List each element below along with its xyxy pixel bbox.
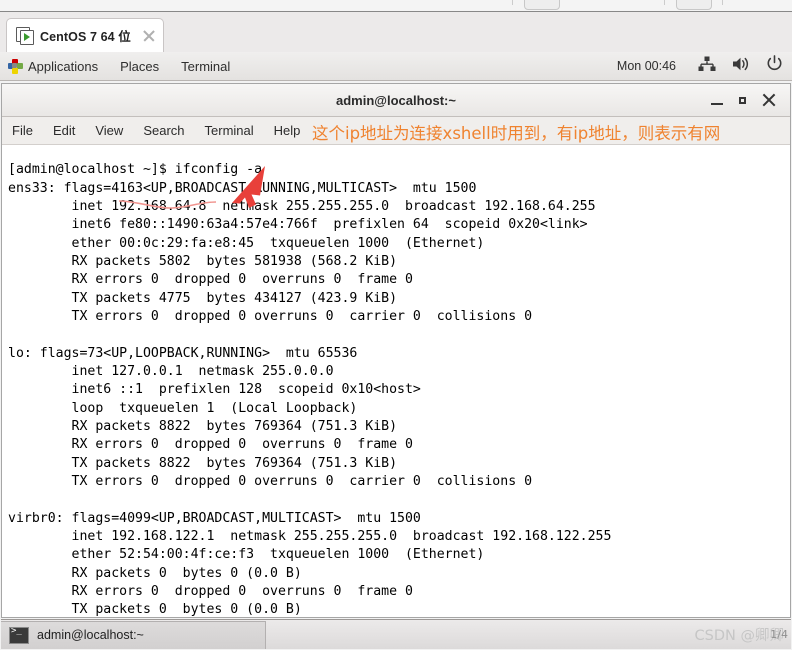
toolbar-separator bbox=[512, 0, 513, 5]
taskbar-item-terminal[interactable]: admin@localhost:~ bbox=[1, 620, 266, 649]
terminal-window: admin@localhost:~ File Edit View Search … bbox=[1, 83, 791, 618]
vm-screen-play-icon bbox=[16, 27, 34, 45]
terminal-output-area[interactable]: [admin@localhost ~]$ ifconfig -a ens33: … bbox=[2, 145, 790, 618]
close-icon[interactable] bbox=[756, 87, 782, 113]
terminal-icon bbox=[9, 626, 29, 644]
network-icon[interactable] bbox=[698, 56, 716, 77]
taskbar-item-label: admin@localhost:~ bbox=[37, 628, 144, 642]
toolbar-button-1[interactable] bbox=[524, 0, 560, 10]
panel-tray: Mon 00:46 bbox=[617, 55, 792, 77]
close-icon[interactable] bbox=[141, 28, 157, 44]
menu-search[interactable]: Search bbox=[143, 123, 184, 138]
volume-icon[interactable] bbox=[732, 56, 750, 77]
panel-clock[interactable]: Mon 00:46 bbox=[617, 59, 676, 73]
menu-edit[interactable]: Edit bbox=[53, 123, 75, 138]
menu-view[interactable]: View bbox=[95, 123, 123, 138]
gnome-activities-icon bbox=[8, 58, 23, 74]
screenshot-root: CentOS 7 64 位 Applications Places Termin… bbox=[0, 0, 792, 650]
terminal-menubar: File Edit View Search Terminal Help bbox=[2, 117, 790, 145]
menu-file[interactable]: File bbox=[12, 123, 33, 138]
menu-help[interactable]: Help bbox=[274, 123, 301, 138]
minimize-icon[interactable] bbox=[704, 87, 730, 113]
toolbar-separator bbox=[664, 0, 665, 5]
toolbar-button-2[interactable] bbox=[676, 0, 712, 10]
maximize-icon[interactable] bbox=[730, 87, 756, 113]
vmware-toolbar bbox=[0, 0, 792, 12]
terminal-titlebar[interactable]: admin@localhost:~ bbox=[2, 84, 790, 117]
terminal-title: admin@localhost:~ bbox=[336, 92, 456, 108]
window-controls bbox=[704, 84, 782, 116]
gnome-bottom-taskbar: admin@localhost:~ bbox=[1, 619, 791, 649]
terminal-output-text: [admin@localhost ~]$ ifconfig -a ens33: … bbox=[8, 162, 612, 618]
gnome-top-panel: Applications Places Terminal Mon 00:46 bbox=[0, 52, 792, 81]
panel-menu-applications[interactable]: Applications bbox=[28, 59, 98, 74]
power-icon[interactable] bbox=[766, 55, 783, 77]
vm-tab-label: CentOS 7 64 位 bbox=[40, 30, 131, 44]
toolbar-separator bbox=[722, 0, 723, 5]
panel-menu-places[interactable]: Places bbox=[120, 59, 159, 74]
menu-terminal[interactable]: Terminal bbox=[205, 123, 254, 138]
page-counter: 1/4 bbox=[770, 628, 788, 641]
vm-tab-centos[interactable]: CentOS 7 64 位 bbox=[6, 18, 164, 52]
vmware-tab-bar: CentOS 7 64 位 bbox=[0, 12, 792, 53]
panel-menu-terminal[interactable]: Terminal bbox=[181, 59, 230, 74]
